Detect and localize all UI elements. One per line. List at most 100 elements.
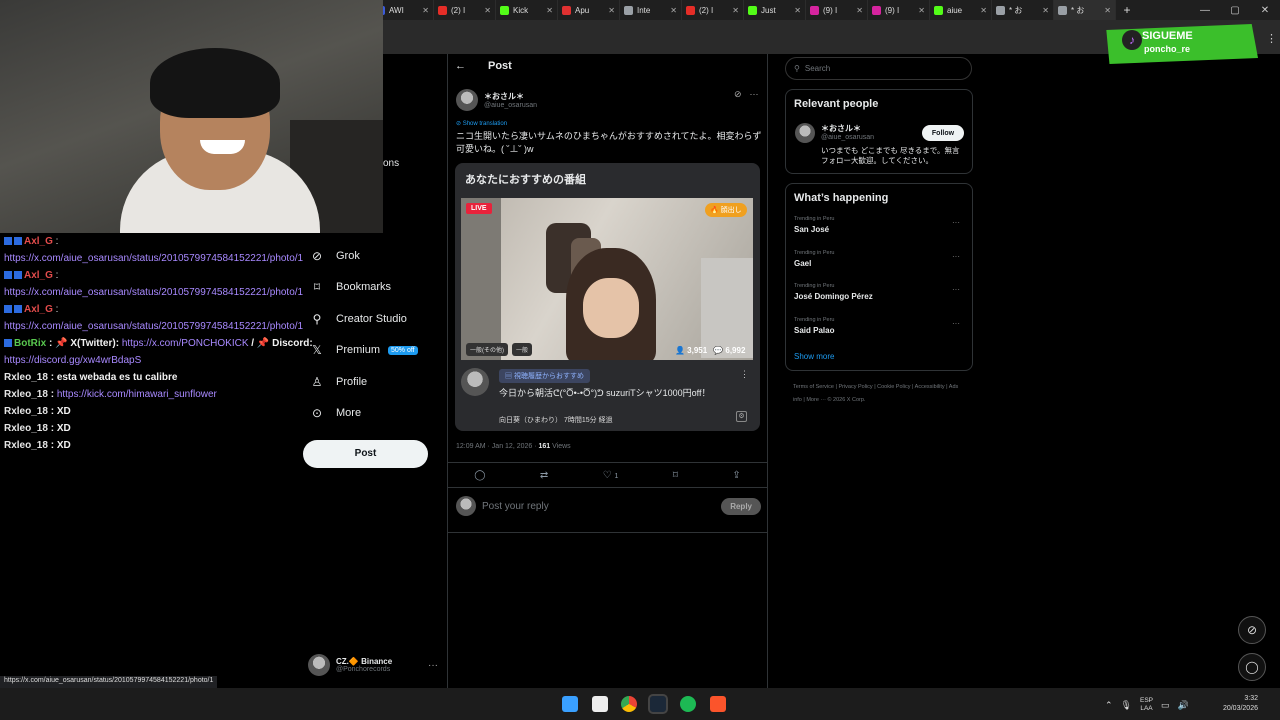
- browser-tab[interactable]: (2) I ✕: [434, 0, 496, 20]
- trend-more-icon[interactable]: ···: [952, 252, 960, 261]
- tab-close-icon[interactable]: ✕: [546, 6, 553, 15]
- chat-username[interactable]: Rxleo_18: [4, 406, 48, 417]
- trend-item[interactable]: Trending in Peru José Domingo Pérez ···: [794, 283, 966, 301]
- chat-username[interactable]: Axl_G: [24, 236, 53, 247]
- browser-tab[interactable]: Just ✕: [744, 0, 806, 20]
- tab-close-icon[interactable]: ✕: [980, 6, 987, 15]
- brave-icon[interactable]: [710, 696, 726, 712]
- reply-input[interactable]: Post your reply: [482, 501, 549, 512]
- search-input[interactable]: ⚲ Search: [785, 57, 972, 80]
- reply-icon[interactable]: ◯: [474, 470, 485, 481]
- grok-float-icon[interactable]: ⊘: [1238, 616, 1266, 644]
- browser-tab[interactable]: * お ✕: [1054, 0, 1116, 20]
- reply-button[interactable]: Reply: [721, 497, 761, 515]
- messages-float-icon[interactable]: ◯: [1238, 653, 1266, 681]
- tab-close-icon[interactable]: ✕: [918, 6, 925, 15]
- trend-more-icon[interactable]: ···: [952, 319, 960, 328]
- tab-close-icon[interactable]: ✕: [422, 6, 429, 15]
- browser-tab[interactable]: Apu ✕: [558, 0, 620, 20]
- post-more-icon[interactable]: ···: [750, 89, 759, 100]
- trend-item[interactable]: Trending in Peru San José ···: [794, 216, 966, 234]
- tab-close-icon[interactable]: ✕: [794, 6, 801, 15]
- tab-close-icon[interactable]: ✕: [670, 6, 677, 15]
- tab-close-icon[interactable]: ✕: [484, 6, 491, 15]
- follow-button[interactable]: Follow: [922, 125, 964, 141]
- taskbar-clock[interactable]: 3:32 20/03/2026: [1212, 694, 1258, 714]
- network-icon[interactable]: ▭: [1161, 700, 1170, 711]
- trend-item[interactable]: Trending in Peru Gael ···: [794, 250, 966, 268]
- sidebar-item-bookmarks[interactable]: ⌑ Bookmarks: [300, 272, 440, 304]
- browser-tab[interactable]: Inte ✕: [620, 0, 682, 20]
- windows-start-icon[interactable]: [562, 696, 578, 712]
- relevant-handle[interactable]: @aiue_osarusan: [821, 134, 874, 141]
- account-more-icon[interactable]: ···: [428, 660, 438, 671]
- chat-link[interactable]: https://x.com/aiue_osarusan/status/20105…: [4, 321, 303, 332]
- browser-tab[interactable]: (9) I ✕: [868, 0, 930, 20]
- stream-thumbnail[interactable]: [461, 198, 753, 360]
- post-timestamp[interactable]: 12:09 AM · Jan 12, 2026 ·: [456, 443, 539, 450]
- stream-tag[interactable]: 一般: [512, 343, 533, 356]
- sidebar-item-grok[interactable]: ⊘ Grok: [300, 240, 440, 272]
- trend-more-icon[interactable]: ···: [952, 285, 960, 294]
- sidebar-item-creator-studio[interactable]: ⚲ Creator Studio: [300, 303, 440, 335]
- chat-username[interactable]: Rxleo_18: [4, 389, 48, 400]
- spotify-icon[interactable]: [680, 696, 696, 712]
- window-close-icon[interactable]: ✕: [1250, 5, 1280, 16]
- language-indicator[interactable]: ESP LAA: [1140, 697, 1153, 713]
- author-name[interactable]: ＊おさル＊: [484, 91, 537, 102]
- sidebar-item-profile[interactable]: ♙ Profile: [300, 366, 440, 398]
- chevron-up-icon[interactable]: ⌃: [1105, 700, 1113, 711]
- tab-close-icon[interactable]: ✕: [732, 6, 739, 15]
- streamer-avatar[interactable]: [461, 368, 489, 396]
- grok-explain-icon[interactable]: ⊘: [734, 89, 742, 100]
- tab-close-icon[interactable]: ✕: [856, 6, 863, 15]
- trend-item[interactable]: Trending in Peru Said Palao ···: [794, 317, 966, 335]
- post-author[interactable]: ＊おさル＊ @aiue_osarusan: [456, 89, 537, 111]
- chrome-icon[interactable]: [621, 696, 637, 712]
- trend-more-icon[interactable]: ···: [952, 218, 960, 227]
- footer-links[interactable]: Terms of Service | Privacy Policy | Cook…: [793, 381, 968, 407]
- chat-link[interactable]: https://x.com/aiue_osarusan/status/20105…: [4, 253, 303, 264]
- maximize-icon[interactable]: ▢: [1220, 5, 1250, 16]
- microphone-icon[interactable]: 🎙: [1121, 700, 1132, 711]
- show-translation-link[interactable]: ⊘ Show translation: [456, 120, 507, 127]
- stream-tag[interactable]: 一般(その他): [466, 343, 508, 356]
- tab-close-icon[interactable]: ✕: [1104, 6, 1111, 15]
- chat-username[interactable]: Axl_G: [24, 270, 53, 281]
- steam-icon[interactable]: [648, 694, 668, 714]
- chat-link[interactable]: https://x.com/aiue_osarusan/status/20105…: [4, 287, 303, 298]
- card-settings-icon[interactable]: ⚙: [736, 411, 747, 422]
- chat-link[interactable]: https://x.com/PONCHOKICK: [122, 338, 249, 349]
- repost-icon[interactable]: ⇄: [540, 470, 548, 481]
- browser-tab[interactable]: aiue ✕: [930, 0, 992, 20]
- chat-username[interactable]: Axl_G: [24, 304, 53, 315]
- bookmark-icon[interactable]: ⌑: [673, 470, 678, 481]
- like-button[interactable]: ♡ 1: [603, 470, 619, 481]
- chat-link[interactable]: https://discord.gg/xw4wrBdapS: [4, 355, 141, 366]
- relevant-name[interactable]: ＊おさル＊: [821, 123, 861, 134]
- chat-username[interactable]: Rxleo_18: [4, 423, 48, 434]
- chat-link[interactable]: https://kick.com/himawari_sunflower: [57, 389, 217, 400]
- browser-tab[interactable]: (9) I ✕: [806, 0, 868, 20]
- post-button[interactable]: Post: [303, 440, 428, 468]
- chat-username[interactable]: Rxleo_18: [4, 440, 48, 451]
- new-tab-icon[interactable]: +: [1116, 3, 1138, 17]
- minimize-icon[interactable]: —: [1190, 5, 1220, 16]
- browser-menu-icon[interactable]: ⋮: [1266, 32, 1277, 45]
- back-arrow-icon[interactable]: ←: [455, 60, 466, 72]
- browser-tab[interactable]: * お ✕: [992, 0, 1054, 20]
- browser-tab[interactable]: Kick ✕: [496, 0, 558, 20]
- tab-close-icon[interactable]: ✕: [608, 6, 615, 15]
- browser-tab[interactable]: (2) I ✕: [682, 0, 744, 20]
- chat-username[interactable]: Rxleo_18: [4, 372, 48, 383]
- relevant-avatar[interactable]: [795, 123, 815, 143]
- tab-close-icon[interactable]: ✕: [1042, 6, 1049, 15]
- account-switcher[interactable]: CZ.🔶 Binance @Ponchorecords ···: [308, 652, 438, 678]
- share-icon[interactable]: ⇪: [732, 470, 740, 481]
- volume-icon[interactable]: 🔊: [1178, 700, 1189, 711]
- sidebar-item-premium[interactable]: 𝕏 Premium 50% off: [300, 335, 440, 367]
- card-menu-icon[interactable]: ⋮: [740, 369, 749, 380]
- file-icon[interactable]: [592, 696, 608, 712]
- author-handle[interactable]: @aiue_osarusan: [484, 102, 537, 109]
- sidebar-item-more[interactable]: ⊙ More: [300, 398, 440, 430]
